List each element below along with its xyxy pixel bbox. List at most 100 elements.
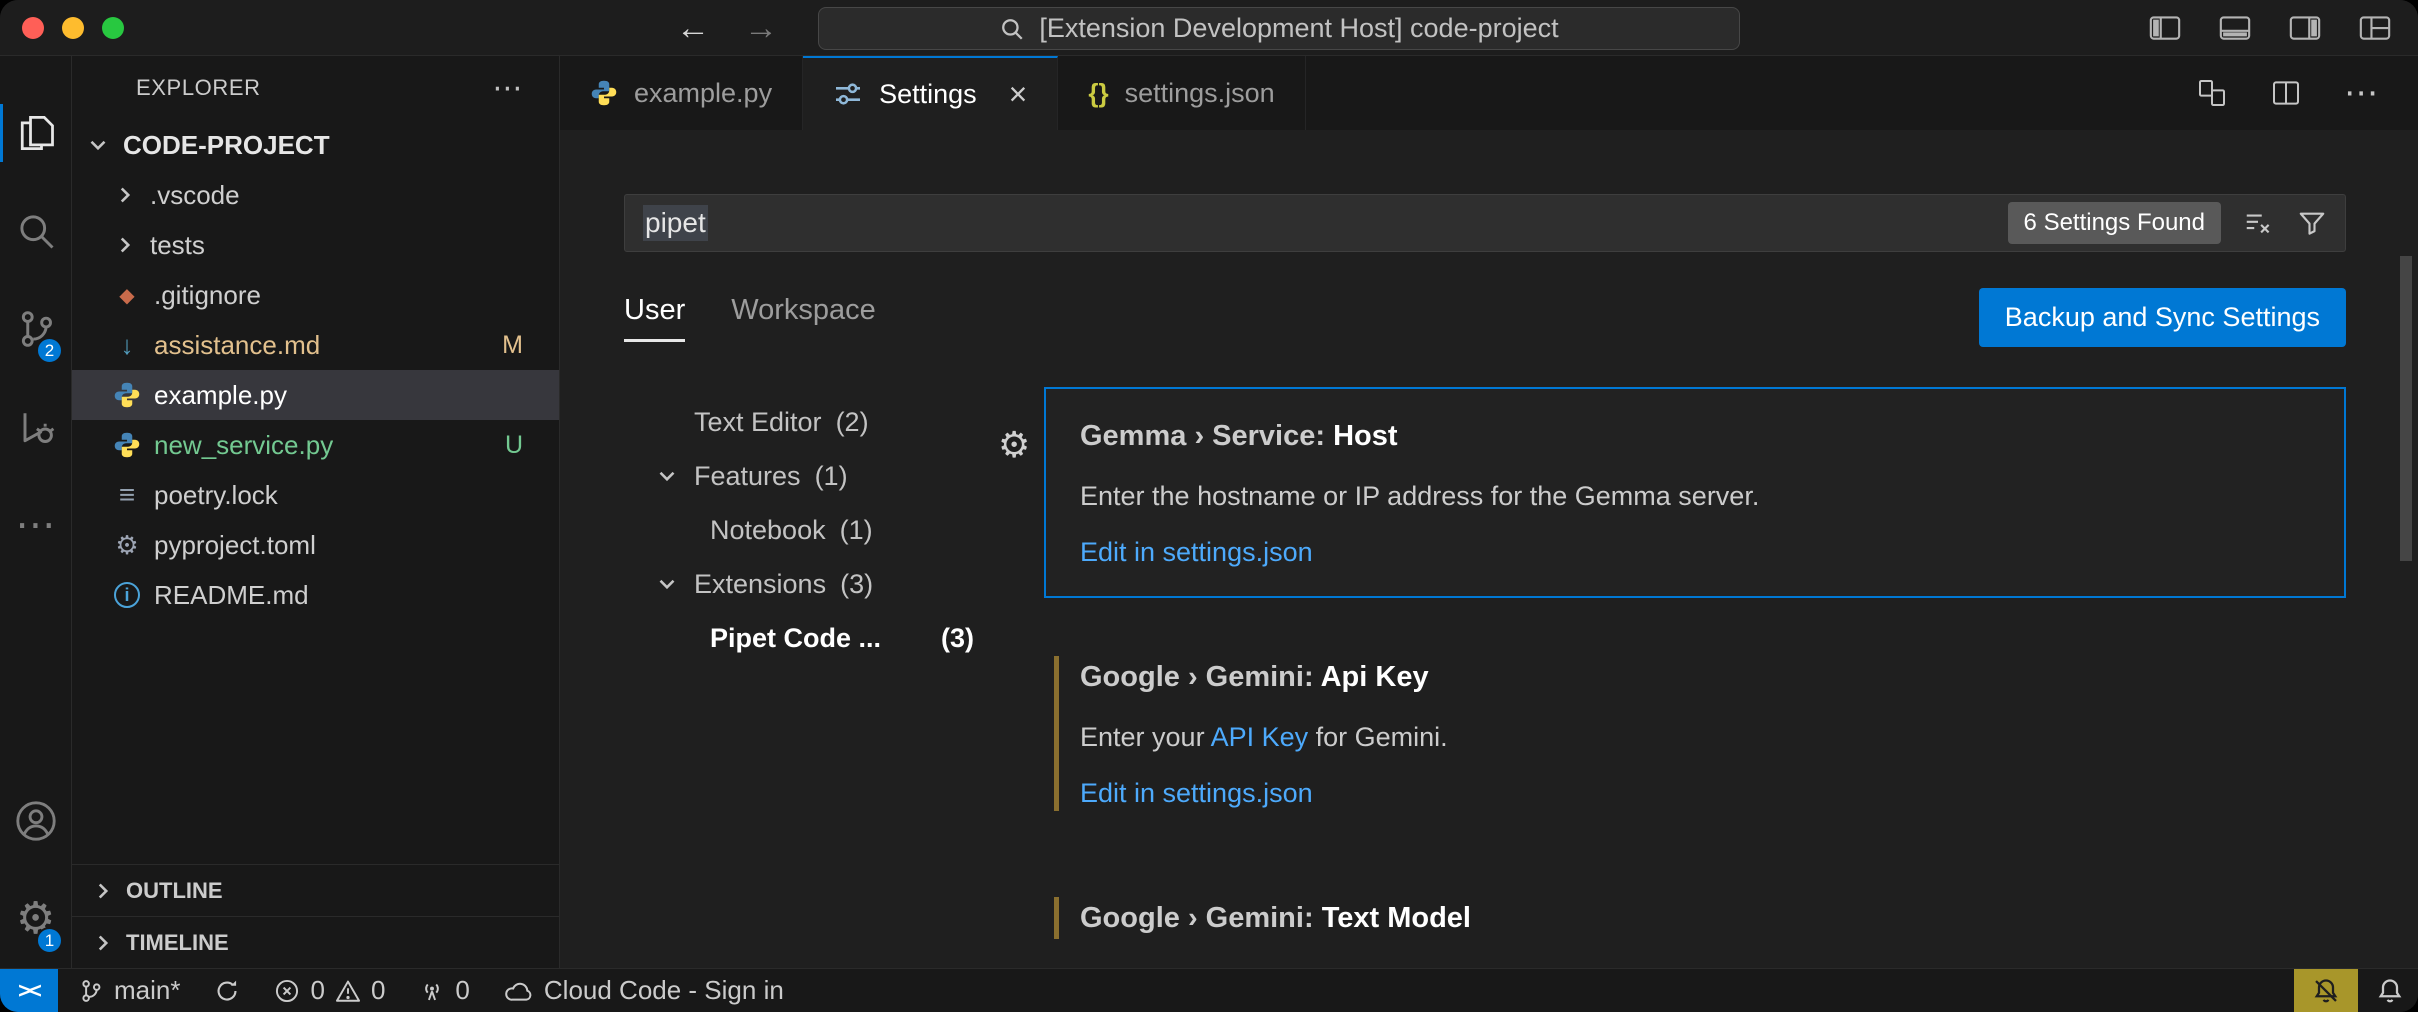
- activity-search-button[interactable]: [0, 182, 71, 280]
- search-icon: [14, 209, 58, 253]
- cloud-code-signin[interactable]: Cloud Code - Sign in: [490, 969, 798, 1012]
- sync-icon: [214, 978, 240, 1004]
- outline-section-header[interactable]: OUTLINE: [72, 864, 559, 916]
- toc-text-editor[interactable]: Text Editor (2): [624, 395, 1044, 449]
- settings-sliders-icon: [833, 79, 863, 109]
- toggle-panel-icon[interactable]: [2218, 13, 2252, 43]
- file-pyproject-toml[interactable]: ⚙ pyproject.toml: [72, 520, 559, 570]
- api-key-link[interactable]: API Key: [1211, 722, 1309, 752]
- activity-source-control-button[interactable]: 2: [0, 280, 71, 378]
- workbench: 2 ⋯ ⚙ 1: [0, 56, 2418, 968]
- setting-title: Google › Gemini: Text Model: [1080, 899, 2310, 937]
- scope-tab-user[interactable]: User: [624, 294, 685, 342]
- git-file-icon: ◆: [112, 283, 142, 308]
- editor-group: example.py Settings × {} settings.json: [560, 56, 2418, 968]
- file-gitignore[interactable]: ◆ .gitignore: [72, 270, 559, 320]
- command-center[interactable]: [Extension Development Host] code-projec…: [818, 7, 1740, 50]
- close-tab-icon[interactable]: ×: [1009, 76, 1028, 113]
- scope-tab-workspace[interactable]: Workspace: [731, 294, 876, 342]
- explorer-more-actions-icon[interactable]: ⋯: [492, 71, 523, 106]
- python-file-icon: [112, 431, 142, 459]
- setting-description: Enter the hostname or IP address for the…: [1080, 477, 2310, 515]
- clear-settings-search-icon[interactable]: [2243, 208, 2273, 238]
- sync-changes-button[interactable]: [200, 969, 254, 1012]
- chevron-down-icon: [654, 463, 680, 489]
- more-icon: ⋯: [16, 505, 56, 545]
- explorer-sidebar: EXPLORER ⋯ CODE-PROJECT .vscode tests ◆: [72, 56, 560, 968]
- cloud-icon: [504, 978, 534, 1004]
- settings-search-value: pipet: [643, 205, 708, 241]
- vscode-window: ← → [Extension Development Host] code-pr…: [0, 0, 2418, 1012]
- window-title: [Extension Development Host] code-projec…: [1039, 13, 1558, 44]
- edit-in-settings-json-link[interactable]: Edit in settings.json: [1080, 778, 1313, 809]
- settings-badge: 1: [36, 927, 63, 954]
- open-changes-icon[interactable]: [2196, 77, 2228, 109]
- ports-indicator[interactable]: 0: [405, 969, 483, 1012]
- python-file-icon: [112, 381, 142, 409]
- tab-settings[interactable]: Settings ×: [803, 56, 1058, 130]
- activity-explorer-button[interactable]: [0, 84, 71, 182]
- setting-title: Google › Gemini: Api Key: [1080, 658, 2310, 696]
- split-editor-icon[interactable]: [2270, 77, 2302, 109]
- file-new-service-py[interactable]: new_service.py U: [72, 420, 559, 470]
- toggle-primary-sidebar-icon[interactable]: [2148, 13, 2182, 43]
- toml-file-icon: ⚙: [112, 530, 142, 561]
- scrollbar-thumb[interactable]: [2400, 256, 2412, 561]
- settings-search-input[interactable]: pipet 6 Settings Found: [624, 194, 2346, 252]
- activity-accounts-button[interactable]: [0, 772, 71, 870]
- toc-extensions[interactable]: Extensions (3): [624, 557, 1044, 611]
- timeline-section-header[interactable]: TIMELINE: [72, 916, 559, 968]
- info-file-icon: i: [112, 582, 142, 608]
- problems-indicator[interactable]: 0 0: [260, 969, 399, 1012]
- tab-example-py[interactable]: example.py: [560, 56, 803, 130]
- toc-notebook[interactable]: Notebook (1): [624, 503, 1044, 557]
- lock-file-icon: ≡: [112, 479, 142, 511]
- bell-icon: [2376, 977, 2404, 1005]
- explorer-header: EXPLORER ⋯: [72, 56, 559, 120]
- customize-layout-icon[interactable]: [2358, 13, 2392, 43]
- folder-tests[interactable]: tests: [72, 220, 559, 270]
- file-readme-md[interactable]: i README.md: [72, 570, 559, 620]
- markdown-file-icon: ↓: [112, 330, 142, 361]
- minimize-window-button[interactable]: [62, 17, 84, 39]
- toc-features[interactable]: Features (1): [624, 449, 1044, 503]
- zoom-window-button[interactable]: [102, 17, 124, 39]
- branch-indicator[interactable]: main*: [64, 969, 194, 1012]
- file-example-py[interactable]: example.py: [72, 370, 559, 420]
- notifications-bell[interactable]: [2362, 969, 2418, 1012]
- toggle-secondary-sidebar-icon[interactable]: [2288, 13, 2322, 43]
- tree-root-code-project[interactable]: CODE-PROJECT: [72, 120, 559, 170]
- activity-run-debug-button[interactable]: [0, 378, 71, 476]
- setting-gear-icon[interactable]: ⚙: [998, 427, 1030, 463]
- files-icon: [14, 111, 58, 155]
- edit-in-settings-json-link[interactable]: Edit in settings.json: [1080, 537, 1313, 568]
- activity-settings-button[interactable]: ⚙ 1: [0, 870, 71, 968]
- close-window-button[interactable]: [22, 17, 44, 39]
- setting-google-gemini-api-key[interactable]: Google › Gemini: Api Key Enter your API …: [1044, 628, 2346, 839]
- traffic-lights: [22, 17, 124, 39]
- setting-gemma-service-host[interactable]: Gemma › Service: Host Enter the hostname…: [1044, 387, 2346, 598]
- activity-more-button[interactable]: ⋯: [0, 476, 71, 574]
- chevron-right-icon: [112, 182, 138, 208]
- scm-changes-badge: 2: [36, 337, 63, 364]
- search-icon: [999, 16, 1025, 42]
- activity-bar: 2 ⋯ ⚙ 1: [0, 56, 72, 968]
- go-forward-button[interactable]: →: [744, 9, 778, 48]
- history-navigation: ← →: [676, 0, 778, 56]
- setting-google-gemini-text-model[interactable]: Google › Gemini: Text Model: [1044, 869, 2346, 967]
- settings-scope-tabs: User Workspace Backup and Sync Settings: [624, 288, 2346, 347]
- file-assistance-md[interactable]: ↓ assistance.md M: [72, 320, 559, 370]
- remote-indicator[interactable]: ><: [0, 969, 58, 1012]
- filter-settings-icon[interactable]: [2297, 208, 2327, 238]
- backup-sync-settings-button[interactable]: Backup and Sync Settings: [1979, 288, 2346, 347]
- folder-vscode[interactable]: .vscode: [72, 170, 559, 220]
- python-file-icon: [590, 79, 618, 107]
- tab-bar: example.py Settings × {} settings.json: [560, 56, 2418, 130]
- tab-settings-json[interactable]: {} settings.json: [1058, 56, 1305, 130]
- chevron-right-icon: [90, 878, 116, 904]
- more-actions-icon[interactable]: ⋯: [2344, 73, 2378, 113]
- go-back-button[interactable]: ←: [676, 9, 710, 48]
- do-not-disturb-indicator[interactable]: [2294, 969, 2358, 1012]
- toc-pipet-code[interactable]: Pipet Code ... (3): [624, 611, 1044, 665]
- file-poetry-lock[interactable]: ≡ poetry.lock: [72, 470, 559, 520]
